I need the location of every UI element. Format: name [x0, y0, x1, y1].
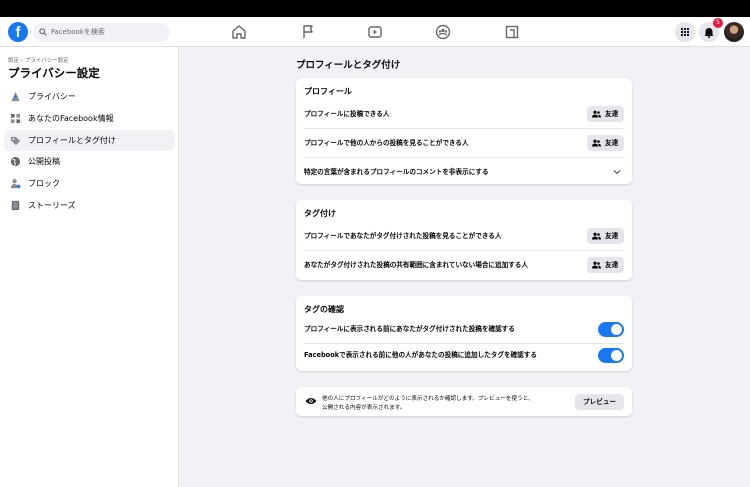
setting-label: プロフィールに表示される前にあなたがタグ付けされた投稿を確認する — [304, 325, 515, 333]
setting-label: あなたがタグ付けされた投稿の共有範囲に含まれていない場合に追加する人 — [304, 261, 528, 269]
profile-section-card: プロフィール プロフィールに投稿できる人 友達 プロフィールで他の人からの投稿を… — [296, 78, 632, 184]
menu-button[interactable] — [675, 22, 695, 42]
sidebar-item-profile-tagging[interactable]: プロフィールとタグ付け — [4, 130, 175, 151]
sidebar-item-label: 公開投稿 — [28, 157, 60, 166]
audience-button[interactable]: 友達 — [587, 257, 624, 273]
sidebar-item-label: あなたのFacebook情報 — [28, 114, 114, 123]
sidebar-item-public-posts[interactable]: 公開投稿 — [4, 151, 175, 172]
audience-button[interactable]: 友達 — [587, 228, 624, 244]
grid-icon — [10, 113, 21, 124]
sidebar-item-label: ブロック — [28, 179, 60, 188]
home-icon[interactable] — [230, 23, 248, 41]
setting-row-who-can-post[interactable]: プロフィールに投稿できる人 友達 — [304, 100, 624, 129]
sidebar-item-label: ストーリーズ — [28, 201, 76, 210]
review-tagged-posts-toggle[interactable] — [598, 322, 624, 337]
breadcrumb: 設定 › プライバシー設定 — [8, 58, 69, 64]
book-icon — [11, 200, 20, 211]
sidebar-item-label: プライバシー — [28, 92, 76, 101]
setting-label: 特定の言葉が含まれるプロフィールのコメントを非表示にする — [304, 168, 489, 176]
audience-value: 友達 — [605, 139, 619, 147]
preview-description-line: 他の人にプロフィールがどのように表示されるか確認します。プレビューを使うと、 — [322, 396, 534, 402]
section-title: プロフィール — [304, 87, 352, 96]
settings-main: プロフィールとタグ付け プロフィール プロフィールに投稿できる人 友達 プロフィ… — [179, 47, 750, 487]
review-added-tags-toggle[interactable] — [598, 348, 624, 363]
friends-icon — [592, 232, 601, 240]
facebook-logo[interactable]: f — [8, 22, 28, 42]
eye-icon — [305, 398, 317, 404]
notification-badge: 5 — [713, 18, 723, 28]
gaming-icon[interactable] — [503, 23, 521, 41]
sidebar-item-privacy[interactable]: プライバシー — [4, 86, 175, 107]
settings-sidebar: 設定 › プライバシー設定 プライバシー設定 プライバシー あなたのFacebo… — [0, 47, 179, 487]
watch-video-icon[interactable] — [366, 23, 384, 41]
toggle-knob — [611, 324, 622, 335]
friends-icon — [592, 139, 601, 147]
search-input[interactable]: Facebookを検索 — [33, 23, 170, 42]
chevron-down-icon[interactable] — [613, 169, 621, 175]
block-user-icon — [10, 179, 21, 189]
audience-value: 友達 — [605, 110, 619, 118]
avatar[interactable] — [724, 22, 744, 42]
setting-label: Facebookで表示される前に他の人があなたの投稿に追加したタグを確認する — [304, 351, 537, 359]
tag-icon — [10, 136, 21, 146]
sidebar-item-stories[interactable]: ストーリーズ — [4, 195, 175, 216]
setting-row-hide-comments[interactable]: 特定の言葉が含まれるプロフィールのコメントを非表示にする — [304, 158, 624, 187]
toggle-knob — [611, 350, 622, 361]
audience-value: 友達 — [605, 261, 619, 269]
friends-icon — [592, 261, 601, 269]
globe-icon — [10, 156, 21, 167]
groups-icon[interactable] — [434, 23, 452, 41]
friends-icon — [592, 110, 601, 118]
pages-flag-icon[interactable] — [299, 23, 317, 41]
setting-row-tag-audience-add[interactable]: あなたがタグ付けされた投稿の共有範囲に含まれていない場合に追加する人 友達 — [304, 251, 624, 280]
preview-description-line: 公開される内容が表示されます。 — [322, 405, 406, 411]
section-title: タグ付け — [304, 209, 336, 218]
audience-button[interactable]: 友達 — [587, 135, 624, 151]
sidebar-item-label: プロフィールとタグ付け — [28, 136, 116, 145]
sidebar-item-blocking[interactable]: ブロック — [4, 173, 175, 194]
preview-button[interactable]: プレビュー — [575, 394, 624, 410]
section-title: タグの確認 — [304, 305, 344, 314]
search-placeholder: Facebookを検索 — [51, 28, 105, 36]
setting-row-review-added-tags[interactable]: Facebookで表示される前に他の人があなたの投稿に追加したタグを確認する — [304, 341, 624, 370]
setting-label: プロフィールであなたがタグ付けされた投稿を見ることができる人 — [304, 232, 502, 240]
review-section-card: タグの確認 プロフィールに表示される前にあなたがタグ付けされた投稿を確認する F… — [296, 296, 632, 371]
audience-value: 友達 — [605, 232, 619, 240]
setting-row-review-tagged-posts[interactable]: プロフィールに表示される前にあなたがタグ付けされた投稿を確認する — [304, 315, 624, 344]
setting-label: プロフィールに投稿できる人 — [304, 110, 390, 118]
sidebar-title: プライバシー設定 — [8, 66, 100, 80]
setting-row-tagged-posts-viewers[interactable]: プロフィールであなたがタグ付けされた投稿を見ることができる人 友達 — [304, 222, 624, 251]
preview-card: 他の人にプロフィールがどのように表示されるか確認します。プレビューを使うと、 公… — [296, 387, 632, 416]
lock-icon — [11, 91, 20, 102]
page-title: プロフィールとタグ付け — [296, 60, 401, 71]
device-status-bar — [0, 0, 750, 17]
tagging-section-card: タグ付け プロフィールであなたがタグ付けされた投稿を見ることができる人 友達 あ… — [296, 200, 632, 280]
top-navigation-bar: f Facebookを検索 5 — [0, 17, 750, 47]
grid-menu-icon — [680, 27, 690, 37]
sidebar-item-your-info[interactable]: あなたのFacebook情報 — [4, 108, 175, 129]
setting-row-who-can-see-posts[interactable]: プロフィールで他の人からの投稿を見ることができる人 友達 — [304, 129, 624, 158]
audience-button[interactable]: 友達 — [587, 106, 624, 122]
search-icon — [39, 28, 47, 36]
preview-description: 他の人にプロフィールがどのように表示されるか確認します。プレビューを使うと、 公… — [322, 395, 572, 413]
setting-label: プロフィールで他の人からの投稿を見ることができる人 — [304, 139, 469, 147]
